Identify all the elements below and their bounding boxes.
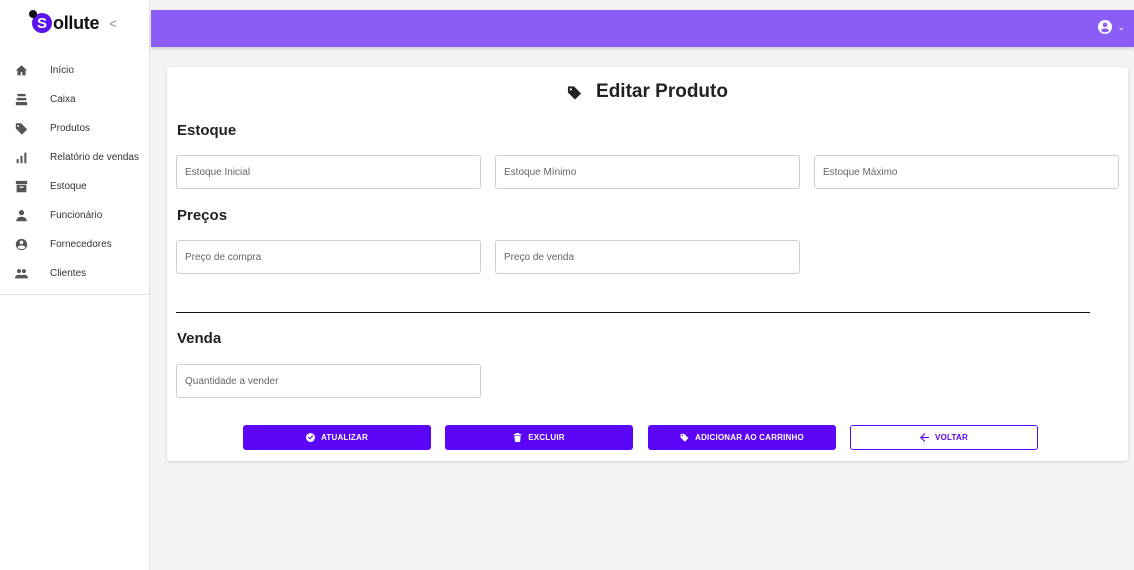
sidebar-item-label: Estoque	[50, 181, 87, 192]
tag-icon	[13, 121, 29, 137]
sidebar-item-inicio[interactable]: Início	[0, 56, 149, 85]
excluir-button-label: EXCLUIR	[528, 433, 565, 442]
logo-dot	[29, 10, 37, 18]
excluir-button[interactable]: EXCLUIR	[445, 425, 633, 450]
person-icon	[13, 208, 29, 224]
sidebar-item-estoque[interactable]: Estoque	[0, 172, 149, 201]
handshake-icon	[13, 237, 29, 253]
preco-compra-input[interactable]	[177, 241, 480, 273]
estoque-maximo-field[interactable]	[814, 155, 1119, 189]
sidebar-item-caixa[interactable]: Caixa	[0, 85, 149, 114]
tag-icon	[567, 85, 582, 100]
check-circle-icon	[306, 433, 315, 442]
quantidade-vender-field[interactable]	[176, 364, 481, 398]
page-title-text: Editar Produto	[596, 81, 728, 102]
preco-compra-field[interactable]	[176, 240, 481, 274]
sidebar-item-label: Clientes	[50, 268, 87, 279]
chevron-down-icon: ⌄	[1117, 21, 1125, 32]
archive-icon	[13, 179, 29, 195]
sidebar-nav: Início Caixa Produtos Relatório de venda…	[0, 56, 149, 295]
preco-venda-field[interactable]	[495, 240, 800, 274]
sidebar-item-label: Fornecedores	[50, 239, 112, 250]
section-title-venda: Venda	[177, 330, 222, 347]
adicionar-carrinho-button-label: ADICIONAR AO CARRINHO	[695, 433, 804, 442]
estoque-inicial-field[interactable]	[176, 155, 481, 189]
sidebar-item-clientes[interactable]: Clientes	[0, 259, 149, 288]
arrow-left-icon	[920, 433, 930, 442]
estoque-maximo-input[interactable]	[815, 156, 1118, 188]
trash-icon	[513, 433, 522, 442]
sidebar-item-label: Caixa	[50, 94, 76, 105]
voltar-button-label: VOLTAR	[935, 433, 968, 442]
logo-letter: S	[36, 14, 47, 32]
sidebar-item-fornecedores[interactable]: Fornecedores	[0, 230, 149, 259]
section-title-estoque: Estoque	[177, 122, 237, 139]
cash-register-icon	[13, 92, 29, 108]
sidebar-item-produtos[interactable]: Produtos	[0, 114, 149, 143]
sidebar-item-relatorio-vendas[interactable]: Relatório de vendas	[0, 143, 149, 172]
edit-product-card: Editar Produto Estoque Preços Venda ATUA…	[167, 67, 1128, 461]
sidebar-item-label: Relatório de vendas	[50, 152, 139, 163]
bar-chart-icon	[13, 150, 29, 166]
preco-venda-input[interactable]	[496, 241, 799, 273]
voltar-button[interactable]: VOLTAR	[850, 425, 1038, 450]
section-title-precos: Preços	[177, 207, 228, 224]
atualizar-button-label: ATUALIZAR	[321, 433, 368, 442]
sidebar: S ollute < Início Caixa Produtos Relatór…	[0, 0, 150, 570]
quantidade-vender-input[interactable]	[177, 365, 480, 397]
brand-name: ollute	[53, 12, 100, 33]
tag-icon	[680, 433, 689, 442]
estoque-minimo-field[interactable]	[495, 155, 800, 189]
brand: S ollute <	[0, 0, 149, 46]
brand-logo[interactable]: S ollute	[29, 10, 100, 34]
sidebar-item-funcionario[interactable]: Funcionário	[0, 201, 149, 230]
home-icon	[13, 63, 29, 79]
atualizar-button[interactable]: ATUALIZAR	[243, 425, 431, 450]
sidebar-item-label: Funcionário	[50, 210, 103, 221]
sidebar-item-label: Produtos	[50, 123, 91, 134]
people-icon	[13, 266, 29, 282]
adicionar-carrinho-button[interactable]: ADICIONAR AO CARRINHO	[648, 425, 836, 450]
page-title: Editar Produto	[167, 81, 1128, 103]
top-app-bar: ⌄	[151, 10, 1134, 47]
sidebar-collapse-button[interactable]: <	[109, 16, 117, 31]
estoque-minimo-input[interactable]	[496, 156, 799, 188]
user-circle-icon	[1098, 20, 1113, 34]
section-divider	[176, 312, 1090, 313]
logo-s-badge: S	[29, 10, 52, 33]
sidebar-item-label: Início	[50, 65, 74, 76]
estoque-inicial-input[interactable]	[177, 156, 480, 188]
account-menu-button[interactable]: ⌄	[1098, 20, 1125, 34]
